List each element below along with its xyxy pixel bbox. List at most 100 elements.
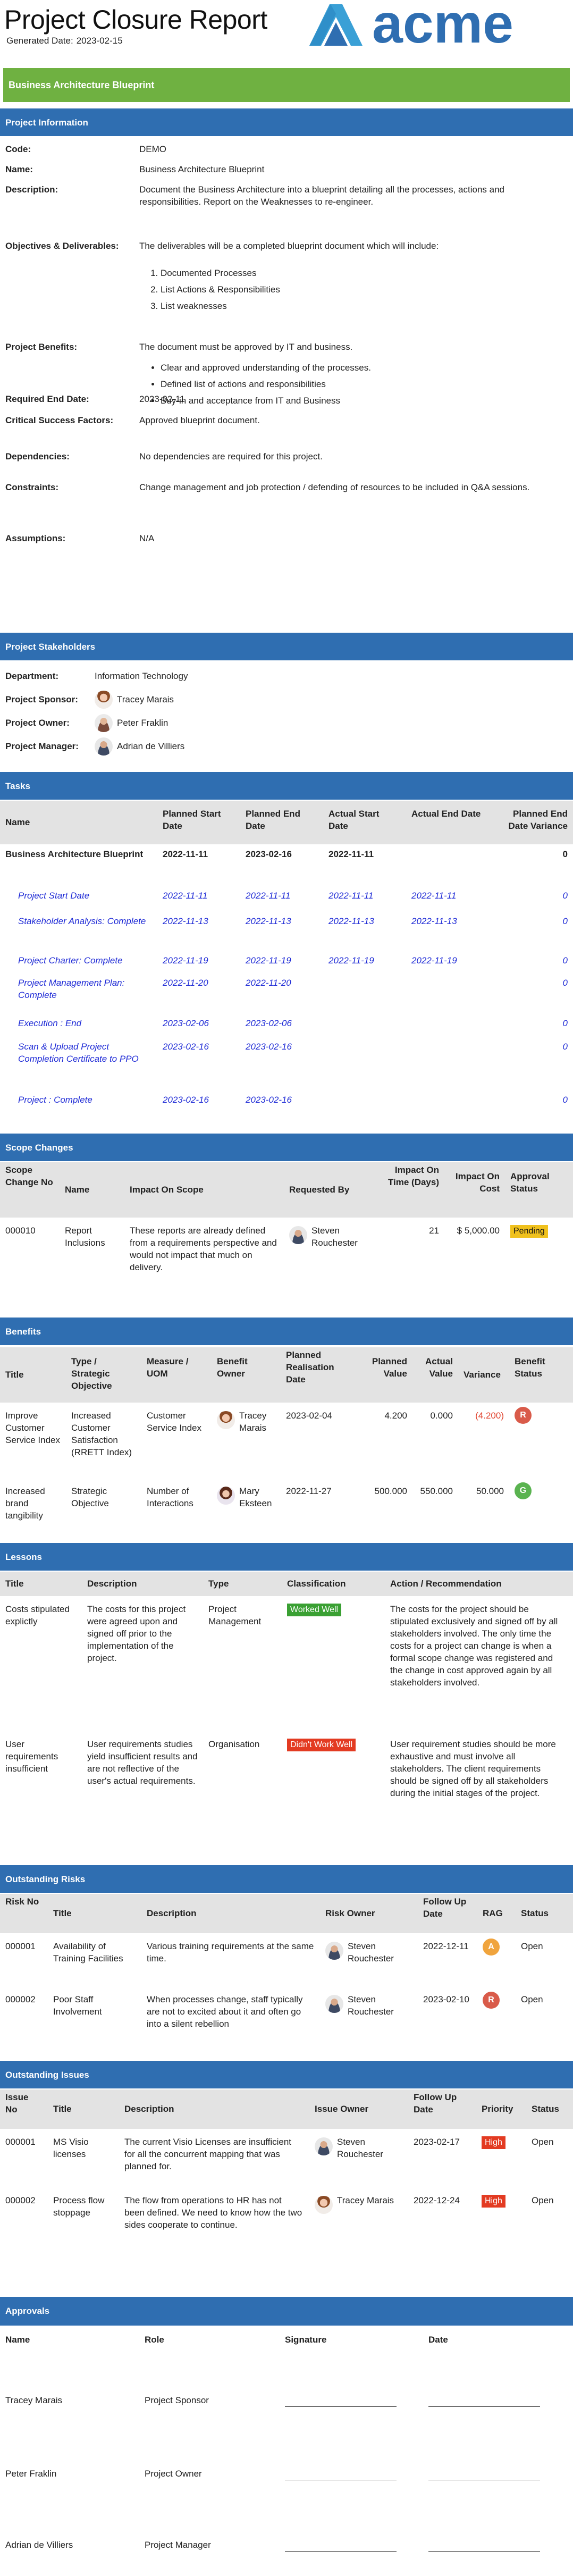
benefit-title: Improve Customer Service Index — [5, 1411, 60, 1445]
tasks-table: Name Planned Start Date Planned End Date… — [0, 801, 573, 1119]
avatar — [95, 737, 113, 756]
table-row: Improve Customer Service Index Increased… — [0, 1403, 573, 1478]
table-row[interactable]: Project : Complete 2023-02-16 2023-02-16… — [0, 1092, 573, 1119]
task-link-name[interactable]: Project Management Plan: Complete — [0, 975, 157, 1016]
report-title: Project Closure Report — [4, 5, 267, 35]
info-code-label: Code: — [5, 144, 31, 154]
col-header: Impact On Scope — [130, 1184, 204, 1195]
sponsor-value: Tracey Marais — [117, 694, 174, 704]
table-row[interactable]: Stakeholder Analysis: Complete 2022-11-1… — [0, 913, 573, 953]
signature-line[interactable] — [285, 2406, 397, 2407]
risk-followup-date: 2022-12-11 — [423, 1941, 469, 1951]
task-link-name[interactable]: Scan & Upload Project Completion Certifi… — [0, 1039, 157, 1092]
section-lessons: Lessons — [0, 1543, 573, 1571]
stakeholder-department: Department: Information Technology — [0, 665, 573, 688]
table-row: 000002 Process flow stoppage The flow fr… — [0, 2187, 573, 2262]
col-header: Name — [5, 817, 30, 827]
col-header: RAG — [483, 1908, 503, 1918]
section-project-information: Project Information — [0, 108, 573, 136]
rag-badge: R — [483, 1992, 500, 2009]
benefits-intro: The document must be approved by IT and … — [139, 342, 353, 352]
benefit-type: Strategic Objective — [71, 1486, 109, 1508]
benefit-actual: 0.000 — [430, 1411, 453, 1421]
issue-followup-date: 2023-02-17 — [414, 2137, 460, 2147]
date-line[interactable] — [428, 2550, 540, 2552]
task-actual-start: 2022-11-13 — [328, 916, 374, 926]
section-approvals: Approvals — [0, 2297, 573, 2326]
table-row[interactable]: Execution : End 2023-02-06 2023-02-06 0 — [0, 1016, 573, 1039]
risk-description: When processes change, staff typically a… — [147, 1994, 303, 2029]
task-actual-end — [406, 1039, 489, 1092]
col-header: Requested By — [289, 1184, 350, 1195]
task-variance: 0 — [562, 955, 568, 966]
col-header: Title — [5, 1369, 24, 1380]
tasks-header-row: Name Planned Start Date Planned End Date… — [0, 801, 573, 844]
col-header: Impact On Time (Days) — [387, 1165, 439, 1187]
task-link-name[interactable]: Stakeholder Analysis: Complete — [0, 913, 157, 953]
task-planned-start: 2022-11-11 — [163, 849, 208, 859]
benefit-owner: Mary Eksteen — [239, 1486, 272, 1508]
info-csf-value: Approved blueprint document. — [139, 415, 260, 425]
task-planned-end: 2023-02-06 — [246, 1018, 292, 1028]
table-row: Costs stipulated explictly The costs for… — [0, 1596, 573, 1734]
info-required-end-label: Required End Date: — [5, 394, 89, 404]
col-header: Priority — [482, 2103, 513, 2114]
task-planned-end: 2023-02-16 — [246, 1095, 292, 1105]
task-actual-end — [406, 844, 489, 888]
table-row[interactable]: Project Charter: Complete 2022-11-19 202… — [0, 953, 573, 975]
approver-name: Adrian de Villiers — [5, 2539, 73, 2550]
lesson-description: The costs for this project were agreed u… — [87, 1604, 186, 1663]
task-link-name[interactable]: Execution : End — [0, 1016, 157, 1039]
section-benefits: Benefits — [0, 1318, 573, 1345]
approver-name: Peter Fraklin — [5, 2468, 57, 2479]
task-planned-start: 2023-02-16 — [163, 1095, 209, 1105]
table-row: Increased brand tangibility Strategic Ob… — [0, 1478, 573, 1526]
sponsor-label: Project Sponsor: — [5, 694, 78, 704]
col-header: Impact On Cost — [455, 1171, 500, 1194]
benefit-owner: Tracey Marais — [239, 1411, 267, 1433]
section-stakeholders: Project Stakeholders — [0, 633, 573, 660]
info-benefits-label: Project Benefits: — [5, 342, 78, 352]
info-csf-label: Critical Success Factors: — [5, 415, 114, 425]
stakeholder-sponsor: Project Sponsor: Tracey Marais — [0, 688, 573, 711]
col-header: Action / Recommendation — [390, 1578, 502, 1589]
task-planned-start: 2022-11-13 — [163, 916, 208, 926]
issues-table: Issue No Title Description Issue Owner F… — [0, 2090, 573, 2262]
task-actual-start — [323, 1039, 406, 1092]
table-row: 000010 Report Inclusions These reports a… — [0, 1218, 573, 1276]
lessons-header-row: Title Description Type Classification Ac… — [0, 1572, 573, 1596]
report-header: Project Closure Report Generated Date: 20… — [0, 0, 573, 64]
risk-no: 000001 — [5, 1941, 36, 1951]
col-header: Planned Start Date — [163, 809, 221, 831]
task-link-name[interactable]: Project : Complete — [0, 1092, 157, 1119]
col-header: Description — [147, 1908, 197, 1918]
table-row[interactable]: Project Start Date 2022-11-11 2022-11-11… — [0, 888, 573, 913]
benefit-variance: 50.000 — [476, 1486, 504, 1496]
col-header: Actual Start Date — [328, 809, 380, 831]
benefit-type: Increased Customer Satisfaction (RRETT I… — [71, 1411, 132, 1457]
col-header: Title — [53, 1908, 72, 1918]
approver-name: Tracey Marais — [5, 2395, 63, 2405]
info-assumptions-label: Assumptions: — [5, 533, 66, 543]
lesson-description: User requirements studies yield insuffic… — [87, 1739, 198, 1786]
classification-badge: Worked Well — [287, 1604, 342, 1616]
table-row[interactable]: Project Management Plan: Complete 2022-1… — [0, 975, 573, 1016]
risk-status: Open — [521, 1941, 543, 1951]
benefit-title: Increased brand tangibility — [5, 1486, 45, 1521]
col-header: Name — [5, 2334, 30, 2345]
col-header: Status — [521, 1908, 549, 1918]
signature-line[interactable] — [285, 2550, 397, 2552]
col-header: Description — [124, 2103, 174, 2114]
task-planned-end: 2022-11-19 — [246, 955, 291, 966]
task-link-name[interactable]: Project Charter: Complete — [0, 953, 157, 975]
issue-no: 000001 — [5, 2137, 36, 2147]
table-row[interactable]: Scan & Upload Project Completion Certifi… — [0, 1039, 573, 1092]
generated-date-label: Generated Date: — [6, 36, 73, 46]
date-line[interactable] — [428, 2406, 540, 2407]
issue-title: Process flow stoppage — [53, 2195, 105, 2218]
project-banner: Business Architecture Blueprint — [3, 68, 570, 102]
avatar — [95, 691, 113, 709]
benefit-date: 2022-11-27 — [286, 1486, 332, 1496]
col-header: Classification — [287, 1578, 346, 1589]
task-link-name[interactable]: Project Start Date — [0, 888, 157, 913]
